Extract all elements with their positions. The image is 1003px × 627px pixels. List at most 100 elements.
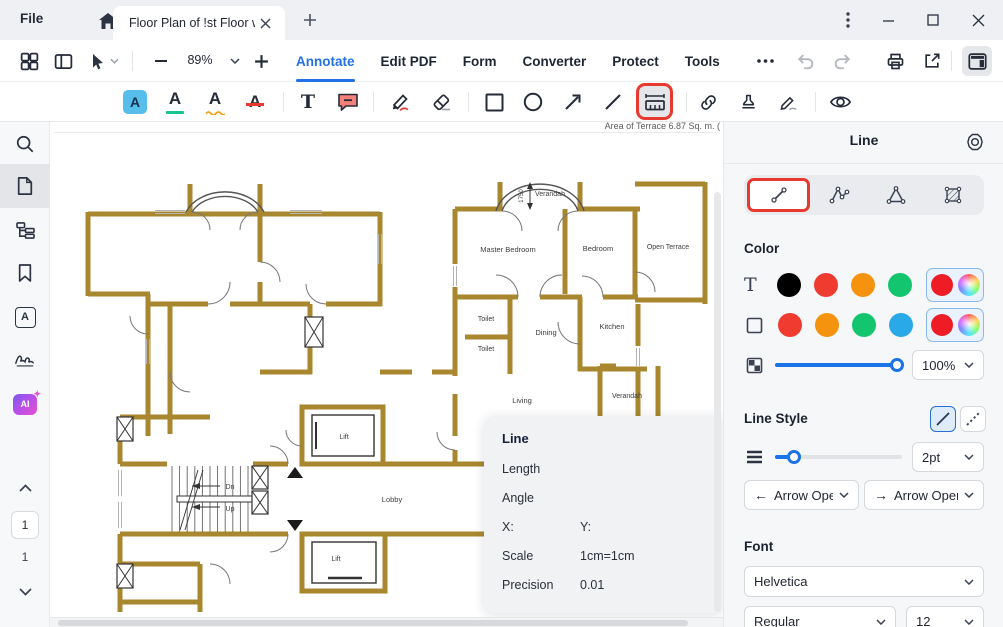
- line-width-dropdown[interactable]: 2pt: [912, 442, 984, 472]
- properties-panel-toggle[interactable]: [962, 46, 992, 76]
- panel-title: Line: [724, 132, 1003, 148]
- strikethrough-tool[interactable]: A: [238, 85, 272, 119]
- ai-assistant-button[interactable]: AI✦: [0, 382, 50, 426]
- highlight-tool[interactable]: A: [118, 85, 152, 119]
- current-page-input[interactable]: 1: [11, 511, 39, 539]
- color-swatch[interactable]: [851, 273, 875, 297]
- text-color-selected[interactable]: [926, 268, 984, 302]
- perimeter-measure-option[interactable]: [867, 178, 924, 212]
- hide-annotations-tool[interactable]: [823, 85, 857, 119]
- color-swatch[interactable]: [777, 273, 801, 297]
- document-tab[interactable]: Floor Plan of !st Floor w...: [113, 6, 285, 40]
- ai-icon: AI: [21, 399, 30, 409]
- rectangle-tool[interactable]: [477, 85, 511, 119]
- annotbar-divider: [283, 92, 284, 112]
- arrow-tool[interactable]: [556, 85, 590, 119]
- panel-settings-button[interactable]: [963, 130, 987, 154]
- stamp-tool[interactable]: [731, 85, 765, 119]
- more-tools-button[interactable]: [750, 46, 780, 76]
- font-family-dropdown[interactable]: Helvetica: [744, 566, 984, 597]
- new-tab-button[interactable]: [298, 8, 322, 32]
- eraser-tool[interactable]: [424, 85, 458, 119]
- tab-tools[interactable]: Tools: [685, 40, 720, 82]
- pencil-tool[interactable]: [383, 85, 417, 119]
- zoom-in-button[interactable]: [246, 46, 276, 76]
- close-window-button[interactable]: [964, 8, 992, 32]
- share-export-button[interactable]: [917, 46, 947, 76]
- line-measure-option[interactable]: [747, 178, 810, 212]
- color-swatch[interactable]: [931, 314, 953, 336]
- maximize-button[interactable]: [919, 8, 947, 32]
- signatures-button[interactable]: [0, 338, 50, 382]
- tab-close-icon[interactable]: [255, 13, 275, 33]
- bookmarks-button[interactable]: [0, 251, 50, 295]
- print-button[interactable]: [880, 46, 910, 76]
- dashed-line-button[interactable]: [960, 406, 986, 432]
- color-swatch[interactable]: [778, 313, 802, 337]
- arrow-start-dropdown[interactable]: ← Arrow Oper: [744, 480, 859, 510]
- text-icon: T: [301, 93, 315, 112]
- tab-protect[interactable]: Protect: [612, 40, 659, 82]
- line-width-slider[interactable]: [775, 455, 902, 459]
- outline-button[interactable]: [0, 208, 50, 252]
- document-canvas[interactable]: Area of Terrace 6.87 Sq. m. (: [50, 122, 723, 627]
- file-menu[interactable]: File: [20, 11, 43, 26]
- color-swatch[interactable]: [814, 273, 838, 297]
- left-sidebar: A AI✦ 1 1: [0, 122, 50, 627]
- page-thumbnails-button[interactable]: [0, 164, 50, 208]
- line-tool[interactable]: [596, 85, 630, 119]
- tooltip-row: X:Y:: [502, 513, 705, 542]
- grid-view-button[interactable]: [14, 46, 44, 76]
- document-tab-title: Floor Plan of !st Floor w...: [129, 16, 255, 30]
- opacity-slider[interactable]: [775, 363, 902, 367]
- vertical-scrollbar-thumb[interactable]: [714, 192, 721, 612]
- ellipse-tool[interactable]: [516, 85, 550, 119]
- add-text-tool[interactable]: T: [291, 85, 325, 119]
- custom-color-swatch[interactable]: [958, 314, 980, 336]
- minimize-button[interactable]: [874, 8, 902, 32]
- line-width-row: 2pt: [744, 442, 984, 472]
- titlebar-more-button[interactable]: [834, 8, 862, 32]
- color-swatch[interactable]: [852, 313, 876, 337]
- opacity-dropdown[interactable]: 100%: [912, 350, 984, 380]
- font-style-dropdown[interactable]: Regular: [744, 606, 896, 627]
- area-measure-option[interactable]: [924, 178, 981, 212]
- tab-edit-pdf[interactable]: Edit PDF: [381, 40, 437, 82]
- font-section-label: Font: [744, 539, 773, 554]
- comment-tool[interactable]: [331, 85, 365, 119]
- undo-button[interactable]: [791, 46, 821, 76]
- solid-line-button[interactable]: [930, 406, 956, 432]
- squiggly-tool[interactable]: A: [198, 85, 232, 119]
- previous-page-button[interactable]: [0, 466, 50, 510]
- signature-tool[interactable]: [771, 85, 805, 119]
- zoom-out-button[interactable]: [146, 46, 176, 76]
- horizontal-scrollbar[interactable]: [50, 617, 723, 627]
- font-size-dropdown[interactable]: 12: [906, 606, 984, 627]
- tab-form[interactable]: Form: [463, 40, 497, 82]
- annotations-button[interactable]: A: [0, 295, 50, 339]
- tab-annotate[interactable]: Annotate: [296, 40, 355, 82]
- color-swatch[interactable]: [888, 273, 912, 297]
- color-swatch[interactable]: [889, 313, 913, 337]
- link-tool[interactable]: [691, 85, 725, 119]
- shape-color-row: [744, 308, 984, 342]
- sidebar-toggle-button[interactable]: [48, 46, 78, 76]
- annotbar-divider: [815, 92, 816, 112]
- arrow-end-dropdown[interactable]: → Arrow Oper: [864, 480, 984, 510]
- custom-color-swatch[interactable]: [958, 274, 980, 296]
- annotation-list-icon: A: [15, 307, 36, 328]
- measure-tool-selected[interactable]: [636, 83, 673, 120]
- cursor-icon: [90, 53, 107, 70]
- redo-button[interactable]: [827, 46, 857, 76]
- horizontal-scrollbar-thumb[interactable]: [58, 620, 688, 626]
- color-swatch[interactable]: [815, 313, 839, 337]
- tab-converter[interactable]: Converter: [523, 40, 587, 82]
- search-button[interactable]: [0, 122, 50, 166]
- underline-tool[interactable]: A: [158, 85, 192, 119]
- next-page-button[interactable]: [0, 570, 50, 614]
- shape-color-selected[interactable]: [926, 308, 984, 342]
- select-tool-button[interactable]: [84, 46, 124, 76]
- polyline-measure-option[interactable]: [810, 178, 867, 212]
- color-swatch[interactable]: [931, 274, 953, 296]
- annotbar-divider: [468, 92, 469, 112]
